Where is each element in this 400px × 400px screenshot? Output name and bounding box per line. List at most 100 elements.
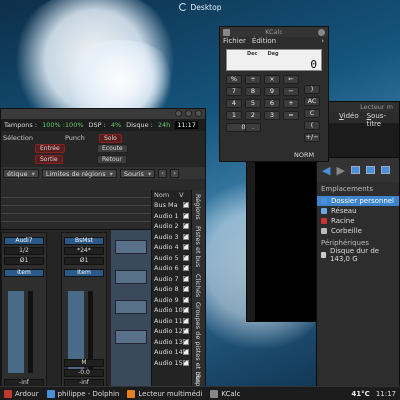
track-list-item[interactable]: Audio 1 [152, 211, 191, 222]
places-item[interactable]: Racine [317, 216, 399, 226]
key-button[interactable]: 6 [264, 99, 280, 108]
mute-button[interactable]: M [64, 359, 104, 367]
track-list-item[interactable]: Audio 15 [152, 358, 191, 369]
visibility-checkbox[interactable] [183, 326, 189, 335]
key-button[interactable]: ÷ [245, 75, 261, 84]
places-item[interactable]: Dossier personnel [317, 196, 399, 206]
track-list-item[interactable]: Audio 6 [152, 263, 191, 274]
dolphin-window[interactable]: ◀ ▶ Emplacements Dossier personnel Réseau… [316, 157, 400, 390]
clock[interactable]: 11:17 [376, 390, 396, 398]
key-button[interactable]: . [245, 123, 261, 132]
key-button[interactable]: ) [304, 85, 320, 94]
back-icon[interactable]: ◀ [322, 164, 330, 177]
visibility-checkbox[interactable] [183, 232, 189, 240]
strip-name[interactable]: Audi7 [4, 237, 44, 245]
key-button[interactable]: C [304, 109, 320, 118]
mode-dropdown[interactable]: étique ▾ [3, 168, 39, 178]
track-list-item[interactable]: Audio 2 [152, 221, 191, 232]
places-item[interactable]: Réseau [317, 206, 399, 216]
col-nom[interactable]: Nom [154, 191, 169, 199]
track-list-item[interactable]: Audio 9 [152, 295, 191, 306]
strip-output-button[interactable]: Ø1 [64, 257, 104, 265]
desktop-switcher[interactable]: Desktop [178, 3, 221, 12]
key-button[interactable]: − [283, 87, 299, 96]
icons-view-icon[interactable] [350, 166, 360, 174]
taskbar-item[interactable]: philippe - Dolphin [43, 388, 124, 400]
track-list-item[interactable]: Audio 11 [152, 316, 191, 327]
key-button[interactable]: 7 [226, 87, 242, 96]
places-item[interactable]: Corbeille [317, 226, 399, 236]
key-button[interactable]: % [226, 75, 242, 84]
key-button[interactable]: 4 [226, 99, 242, 108]
strip-item[interactable]: Item [64, 269, 104, 277]
master-strip[interactable]: BsMst *24* Ø1 Item M -0.0 -inf [61, 232, 107, 389]
menu-subtitles[interactable]: Sous-titre [367, 112, 399, 128]
track-list-item[interactable]: Audio 4 [152, 242, 191, 253]
visibility-checkbox[interactable] [183, 305, 189, 314]
chevron-right-icon[interactable]: › [321, 37, 324, 45]
track-list-item[interactable]: Audio 10 [152, 305, 191, 316]
track-list-item[interactable]: Audio 3 [152, 232, 191, 243]
details-view-icon[interactable] [365, 166, 375, 174]
key-button[interactable]: = [283, 111, 299, 120]
key-button[interactable]: + [283, 99, 299, 108]
volume-fader[interactable] [8, 291, 24, 373]
key-button[interactable]: 8 [245, 87, 261, 96]
prev-icon[interactable]: ‹ [158, 168, 168, 178]
strip-angle[interactable]: *24* [64, 247, 104, 255]
col-v[interactable]: V [179, 191, 183, 199]
visibility-checkbox[interactable] [183, 316, 189, 324]
ardour-titlebar[interactable] [1, 109, 205, 119]
timeline-rulers[interactable] [1, 190, 151, 230]
track-list-item[interactable]: Audio 14 [152, 347, 191, 358]
strip-name[interactable]: BsMst [64, 237, 104, 245]
ardour-window[interactable]: Tampons : 100% :100% DSP : 4% Disque : 2… [0, 108, 206, 390]
visibility-checkbox[interactable] [183, 253, 189, 261]
strip-ratio[interactable]: 1/2 [4, 247, 44, 255]
menu-fichier[interactable]: Fichier [223, 37, 246, 47]
tab-regions[interactable]: Régions [194, 194, 202, 220]
device-item[interactable]: Disque dur de 143,0 G [317, 247, 399, 263]
visibility-checkbox[interactable] [183, 337, 189, 345]
menu-edition[interactable]: Édition [252, 37, 276, 47]
track-canvas[interactable] [111, 230, 151, 389]
mixer-strip[interactable]: Audi7 1/2 Ø1 Item -inf [1, 232, 47, 389]
taskbar-item[interactable]: Lecteur multimédi [123, 388, 206, 400]
close-icon[interactable] [318, 28, 325, 36]
visibility-checkbox[interactable] [183, 295, 189, 303]
region[interactable] [115, 330, 147, 344]
retour-button[interactable]: Retour [97, 155, 127, 164]
key-button[interactable]: 3 [264, 111, 280, 120]
visibility-checkbox[interactable] [183, 221, 189, 230]
menu-video[interactable]: Vidéo [339, 112, 359, 123]
track-list-item[interactable]: Audio 13 [152, 337, 191, 348]
region[interactable] [115, 270, 147, 284]
visibility-checkbox[interactable] [183, 358, 189, 366]
key-button[interactable]: ( [304, 121, 320, 130]
visibility-checkbox[interactable] [183, 242, 189, 251]
maximize-icon[interactable] [185, 110, 192, 117]
visibility-checkbox[interactable] [183, 200, 189, 209]
key-button[interactable]: AC [304, 97, 320, 106]
tab-tracks-buses[interactable]: Pistes et bus [194, 226, 202, 267]
taskbar-item[interactable]: KCalc [206, 388, 244, 400]
visibility-checkbox[interactable] [183, 347, 189, 356]
taskbar-item[interactable]: Ardour [0, 388, 43, 400]
visibility-checkbox[interactable] [183, 263, 189, 272]
key-button[interactable]: 1 [226, 111, 242, 120]
key-button[interactable]: 9 [264, 87, 280, 96]
key-button[interactable]: +/− [304, 133, 320, 142]
region[interactable] [115, 240, 147, 254]
columns-view-icon[interactable] [380, 166, 390, 174]
ecoute-button[interactable]: Ecoute [97, 144, 128, 153]
key-button[interactable]: ← [283, 75, 299, 84]
visibility-checkbox[interactable] [183, 274, 189, 282]
key-button[interactable]: 2 [245, 111, 261, 120]
track-list-item[interactable]: Audio 8 [152, 284, 191, 295]
kcalc-window[interactable]: KCalc Fichier Édition › Dec Deg 0 % ÷ × ← 7 8… [219, 26, 329, 162]
close-icon[interactable] [195, 110, 202, 117]
next-icon[interactable]: › [170, 168, 180, 178]
track-list-item[interactable]: Audio 7 [152, 274, 191, 285]
forward-icon[interactable]: ▶ [336, 164, 344, 177]
snap-dropdown[interactable]: Limites de régions ▾ [41, 168, 117, 178]
